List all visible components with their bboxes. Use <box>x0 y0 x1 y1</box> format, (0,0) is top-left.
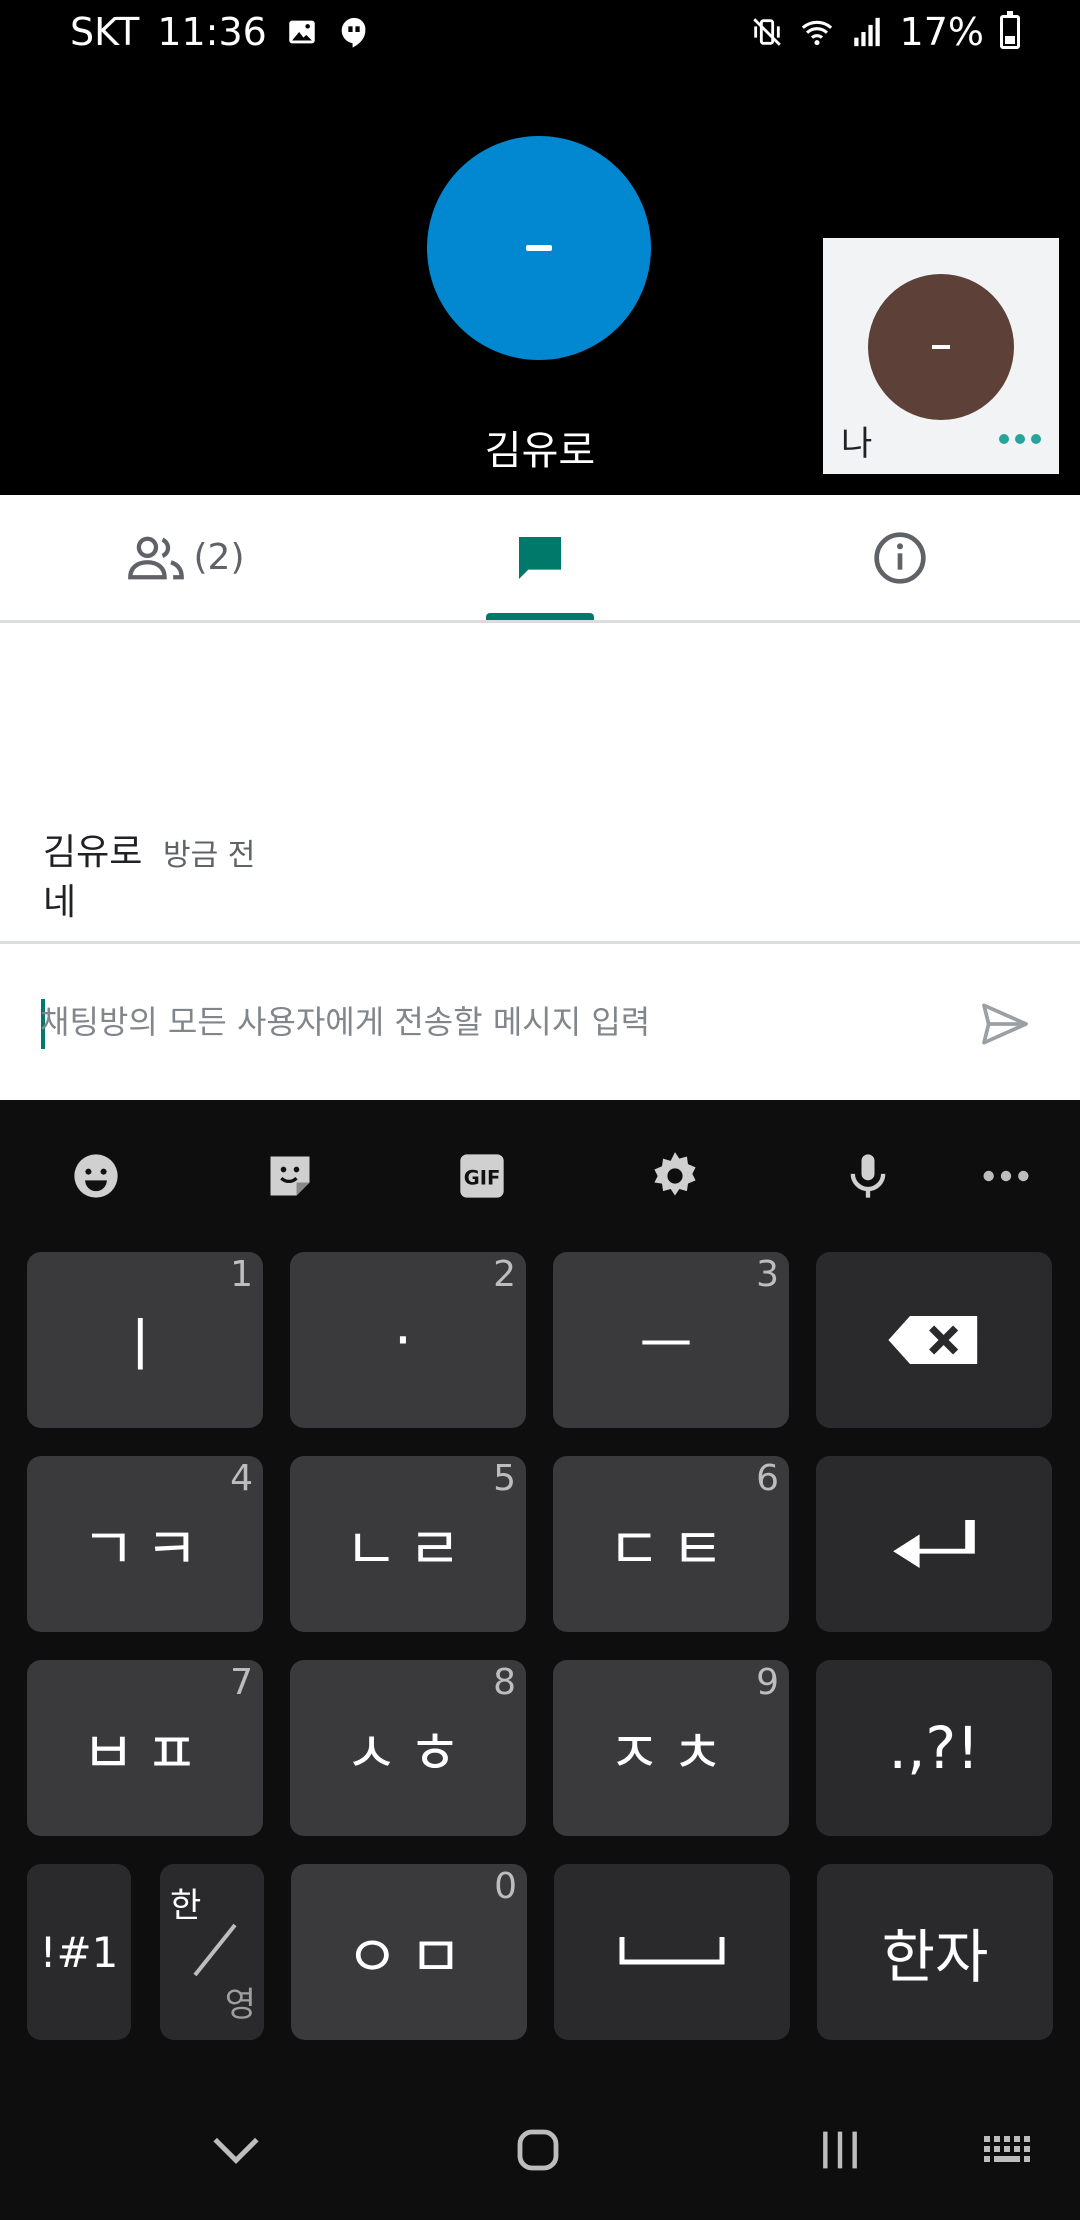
key-s-h[interactable]: 8 ㅅㅎ <box>290 1660 526 1836</box>
call-header: 김유로 나 <box>0 66 1080 495</box>
space-icon <box>619 1937 725 1965</box>
space-key[interactable] <box>554 1864 790 2040</box>
self-avatar <box>868 274 1014 420</box>
more-icon[interactable] <box>978 1148 1034 1204</box>
carrier: SKT <box>70 10 140 54</box>
gif-label: GIF <box>464 1167 501 1190</box>
key-number: 9 <box>756 1662 779 1703</box>
hanja-key[interactable]: 한자 <box>817 1864 1053 2040</box>
sticker-icon[interactable] <box>262 1148 318 1204</box>
key-d-t[interactable]: 6 ㄷㅌ <box>553 1456 789 1632</box>
self-avatar-initial <box>932 345 950 349</box>
send-icon[interactable] <box>975 996 1035 1052</box>
key-label: ㄴㄹ <box>344 1515 472 1583</box>
clock: 11:36 <box>157 10 267 54</box>
wifi-icon <box>801 20 832 46</box>
tab-info[interactable] <box>720 495 1080 620</box>
key-number: 6 <box>756 1458 779 1499</box>
battery-percent: 17% <box>899 10 984 54</box>
yeong-label: 영 <box>224 1985 256 2025</box>
vibrate-mute-icon <box>752 18 781 46</box>
active-tab-indicator <box>486 613 594 620</box>
tab-chat[interactable] <box>370 495 710 620</box>
key-label: ㅂㅍ <box>81 1719 209 1787</box>
key-b-p[interactable]: 7 ㅂㅍ <box>27 1660 263 1836</box>
key-label: ㅈㅊ <box>607 1719 735 1787</box>
status-bar: SKT 11:36 17% <box>0 0 1080 66</box>
key-number: 0 <box>494 1866 517 1907</box>
key-o-m[interactable]: 0 ㅇㅁ <box>291 1864 527 2040</box>
image-icon <box>289 20 315 44</box>
info-icon <box>874 531 926 584</box>
message-sender: 김유로 <box>43 832 143 873</box>
key-eu[interactable]: 3 ㅡ <box>553 1252 789 1428</box>
key-number: 3 <box>756 1254 779 1295</box>
key-label: ㅡ <box>639 1311 703 1379</box>
gif-icon[interactable]: GIF <box>454 1148 510 1204</box>
key-dot[interactable]: 2 · <box>290 1252 526 1428</box>
key-number: 8 <box>493 1662 516 1703</box>
chat-icon <box>519 536 561 579</box>
key-label: ㅅㅎ <box>344 1719 472 1787</box>
symbols-key[interactable]: !#1 <box>27 1864 131 2040</box>
key-label: · <box>393 1306 423 1374</box>
self-video-tile[interactable]: 나 <box>823 238 1059 474</box>
message-input[interactable] <box>40 992 940 1052</box>
key-j-ch[interactable]: 9 ㅈㅊ <box>553 1660 789 1836</box>
back-icon[interactable] <box>196 2118 276 2182</box>
punctuation-key[interactable]: .,?! <box>816 1660 1052 1836</box>
message-text: 네 <box>43 882 77 923</box>
keyboard: GIF 1 ㅣ 2 · 3 ㅡ 4 ㄱㅋ 5 ㄴㄹ 6 ㄷㅌ 7 ㅂㅍ 8 ㅅㅎ… <box>0 1100 1080 2130</box>
key-g-k[interactable]: 4 ㄱㅋ <box>27 1456 263 1632</box>
remote-avatar <box>427 136 651 360</box>
navigation-bar <box>0 2090 1080 2220</box>
signal-icon <box>853 17 880 47</box>
tab-people[interactable]: (2) <box>0 495 370 620</box>
remote-avatar-initial <box>526 245 552 251</box>
recents-icon[interactable] <box>800 2118 880 2182</box>
people-icon <box>127 536 184 579</box>
settings-icon[interactable] <box>647 1148 703 1204</box>
mic-icon[interactable] <box>840 1148 896 1204</box>
key-number: 2 <box>493 1254 516 1295</box>
participant-count: (2) <box>193 537 245 578</box>
key-number: 5 <box>493 1458 516 1499</box>
key-label: 한자 <box>881 1923 989 1991</box>
key-label: .,?! <box>888 1714 980 1782</box>
backspace-key[interactable] <box>816 1252 1052 1428</box>
keyboard-switch-icon[interactable] <box>968 2118 1048 2182</box>
enter-icon <box>893 1520 975 1568</box>
key-label: ㄷㅌ <box>607 1515 735 1583</box>
keyboard-toolbar: GIF <box>0 1100 1080 1250</box>
key-label: ㅇㅁ <box>345 1923 473 1991</box>
battery-icon <box>1000 11 1020 49</box>
key-n-r[interactable]: 5 ㄴㄹ <box>290 1456 526 1632</box>
message-composer <box>0 944 1080 1100</box>
chat-messages: 김유로 방금 전 네 <box>0 623 1080 944</box>
speaking-dots-icon <box>999 434 1041 444</box>
key-number: 7 <box>230 1662 253 1703</box>
key-label: !#1 <box>39 1927 119 1977</box>
key-number: 4 <box>230 1458 253 1499</box>
backspace-icon <box>888 1316 978 1364</box>
slash-icon <box>193 1923 237 1977</box>
key-i[interactable]: 1 ㅣ <box>27 1252 263 1428</box>
enter-key[interactable] <box>816 1456 1052 1632</box>
self-label: 나 <box>841 424 873 464</box>
emoji-icon[interactable] <box>68 1148 124 1204</box>
home-icon[interactable] <box>498 2118 578 2182</box>
key-label: ㅣ <box>113 1311 177 1379</box>
message-time: 방금 전 <box>163 838 256 873</box>
key-label: ㄱㅋ <box>81 1515 209 1583</box>
key-number: 1 <box>230 1254 253 1295</box>
tab-bar: (2) <box>0 495 1080 623</box>
hangouts-icon <box>341 17 366 48</box>
language-switch-key[interactable]: 한 영 <box>160 1864 264 2040</box>
